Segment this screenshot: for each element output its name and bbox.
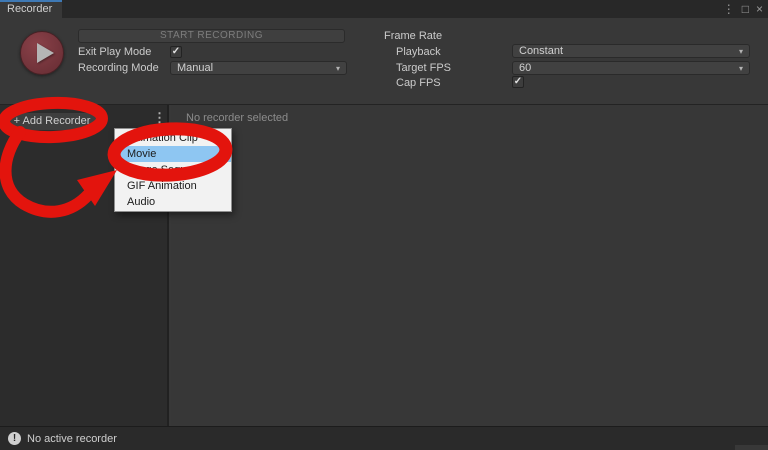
- chevron-down-icon: ▾: [738, 46, 743, 56]
- tab-recorder[interactable]: Recorder: [0, 0, 62, 18]
- chevron-down-icon: ▾: [738, 63, 743, 73]
- target-fps-value: 60: [519, 62, 532, 74]
- recording-mode-label: Recording Mode: [78, 62, 159, 74]
- kebab-menu-icon[interactable]: ⋮: [723, 1, 735, 17]
- check-icon: ✓: [513, 76, 523, 87]
- target-fps-label: Target FPS: [396, 62, 452, 74]
- tab-label: Recorder: [7, 3, 53, 15]
- play-icon: [37, 43, 54, 63]
- exit-play-mode-checkbox[interactable]: ✓: [170, 46, 182, 58]
- add-recorder-menu: Animation Clip Movie Image Sequence GIF …: [114, 128, 232, 212]
- maximize-icon[interactable]: □: [742, 1, 749, 17]
- play-mode-button[interactable]: [20, 31, 64, 75]
- empty-state-text: No recorder selected: [186, 112, 289, 124]
- cap-fps-checkbox[interactable]: ✓: [512, 76, 524, 88]
- window-controls: ⋮ □ ×: [723, 1, 763, 17]
- recording-mode-dropdown[interactable]: Manual ▾: [170, 61, 347, 75]
- playback-label: Playback: [396, 46, 441, 58]
- chevron-down-icon: ▾: [335, 63, 340, 73]
- recorder-window: Recorder ⋮ □ × START RECORDING Exit Play…: [0, 0, 768, 450]
- recording-mode-value: Manual: [177, 62, 214, 74]
- info-icon: !: [8, 432, 21, 445]
- menu-item-image-sequence[interactable]: Image Sequence: [115, 162, 231, 178]
- menu-item-animation-clip[interactable]: Animation Clip: [115, 130, 231, 146]
- check-icon: ✓: [171, 46, 181, 57]
- recorder-detail-panel: No recorder selected: [171, 105, 768, 426]
- add-recorder-button[interactable]: + Add Recorder: [6, 112, 98, 131]
- playback-dropdown[interactable]: Constant ▾: [512, 44, 750, 58]
- tab-bar: Recorder ⋮ □ ×: [0, 0, 768, 18]
- start-recording-button[interactable]: START RECORDING: [78, 29, 345, 43]
- exit-play-mode-label: Exit Play Mode: [78, 46, 152, 58]
- frame-rate-title: Frame Rate: [384, 30, 443, 42]
- playback-value: Constant: [519, 45, 564, 57]
- status-message: No active recorder: [27, 433, 117, 445]
- list-kebab-icon[interactable]: ⋮: [153, 110, 166, 126]
- menu-item-gif-animation[interactable]: GIF Animation: [115, 178, 231, 194]
- menu-item-audio[interactable]: Audio: [115, 194, 231, 210]
- status-bar: ! No active recorder: [0, 426, 768, 450]
- target-fps-dropdown[interactable]: 60 ▾: [512, 61, 750, 75]
- menu-item-movie[interactable]: Movie: [115, 146, 231, 162]
- close-icon[interactable]: ×: [756, 1, 763, 17]
- cap-fps-label: Cap FPS: [396, 77, 441, 89]
- resize-grip[interactable]: [735, 445, 768, 450]
